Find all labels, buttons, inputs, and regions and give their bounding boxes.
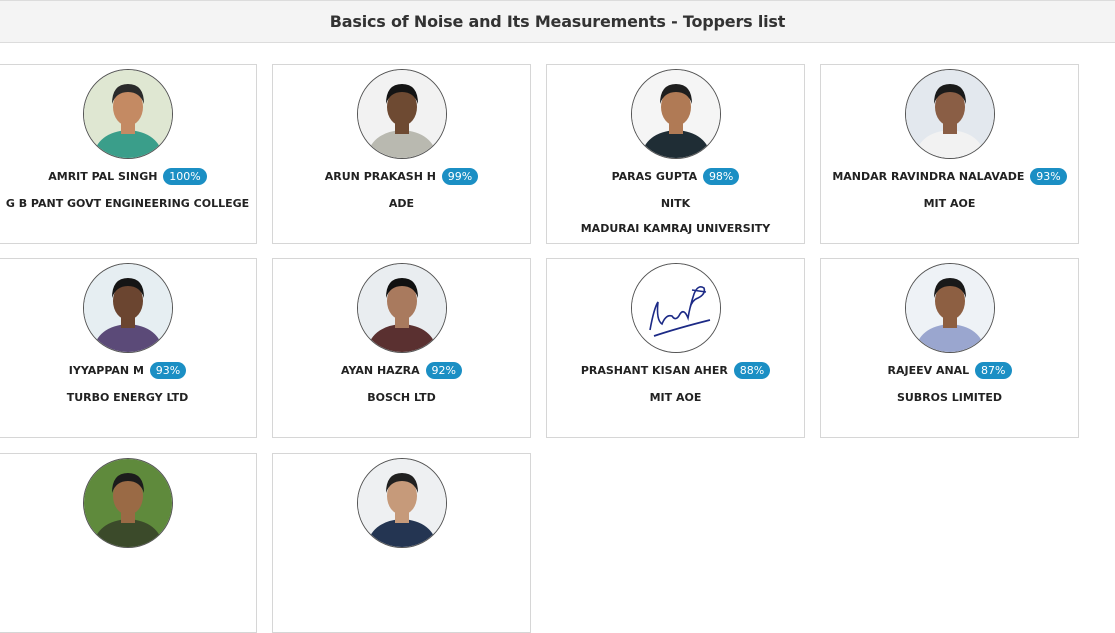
topper-organization: ADE (388, 197, 415, 210)
signature-image (630, 263, 721, 353)
topper-name: MANDAR RAVINDRA NALAVADE (832, 170, 1025, 183)
score-badge: 88% (733, 362, 771, 379)
topper-photo (356, 69, 447, 159)
topper-organization: G B PANT GOVT ENGINEERING COLLEGE (5, 197, 250, 210)
score-badge: 92% (425, 362, 462, 379)
score-badge: 93% (149, 362, 187, 379)
topper-photo (356, 458, 447, 548)
topper-name: AMRIT PAL SINGH (48, 170, 158, 183)
score-badge: 87% (975, 362, 1012, 379)
topper-card: AYAN HAZRA 92% BOSCH LTD (272, 258, 531, 438)
topper-photo (630, 69, 721, 159)
topper-name: IYYAPPAN M (68, 364, 144, 377)
topper-organization: MIT AOE (923, 197, 976, 210)
score-badge: 93% (1030, 168, 1067, 185)
topper-name-row: PRASHANT KISAN AHER 88% (547, 362, 804, 380)
topper-organization: BOSCH LTD (367, 391, 436, 404)
score-badge: 98% (702, 168, 740, 185)
topper-card: PARAS GUPTA 98% NITK MADURAI KAMRAJ UNIVER… (546, 64, 805, 244)
score-badge: 100% (163, 168, 207, 185)
topper-name-row: RAJEEV ANAL 87% (821, 362, 1078, 380)
topper-name-row: PARAS GUPTA 98% (547, 168, 804, 186)
topper-name: PRASHANT KISAN AHER (580, 364, 728, 377)
topper-name-row: MANDAR RAVINDRA NALAVADE 93% (821, 168, 1078, 186)
topper-card: MANDAR RAVINDRA NALAVADE 93% MIT AOE (820, 64, 1079, 244)
page-header: Basics of Noise and Its Measurements - T… (0, 0, 1115, 43)
topper-card: IYYAPPAN M 93% TURBO ENERGY LTD (0, 258, 257, 438)
topper-name: RAJEEV ANAL (887, 364, 970, 377)
topper-card (0, 453, 257, 633)
topper-name: PARAS GUPTA (611, 170, 698, 183)
topper-organization-secondary: MADURAI KAMRAJ UNIVERSITY (580, 222, 771, 235)
topper-card: RAJEEV ANAL 87% SUBROS LIMITED (820, 258, 1079, 438)
topper-card: PRASHANT KISAN AHER 88% MIT AOE (546, 258, 805, 438)
topper-card: ARUN PRAKASH H 99% ADE (272, 64, 531, 244)
topper-organization: SUBROS LIMITED (896, 391, 1003, 404)
topper-photo (82, 69, 173, 159)
score-badge: 99% (441, 168, 479, 185)
topper-name: ARUN PRAKASH H (324, 170, 436, 183)
topper-name-row: ARUN PRAKASH H 99% (273, 168, 530, 186)
topper-card: AMRIT PAL SINGH 100% G B PANT GOVT ENGINE… (0, 64, 257, 244)
topper-photo (82, 458, 173, 548)
topper-name: AYAN HAZRA (341, 364, 420, 377)
topper-card (272, 453, 531, 633)
topper-photo (356, 263, 447, 353)
topper-name-row: IYYAPPAN M 93% (0, 362, 256, 380)
topper-photo (904, 69, 995, 159)
topper-organization: MIT AOE (649, 391, 702, 404)
topper-organization: TURBO ENERGY LTD (66, 391, 189, 404)
page-title: Basics of Noise and Its Measurements - T… (329, 12, 786, 31)
topper-photo (904, 263, 995, 353)
topper-name-row: AYAN HAZRA 92% (273, 362, 530, 380)
topper-name-row: AMRIT PAL SINGH 100% (0, 168, 256, 186)
topper-photo (82, 263, 173, 353)
topper-organization: NITK (660, 197, 691, 210)
